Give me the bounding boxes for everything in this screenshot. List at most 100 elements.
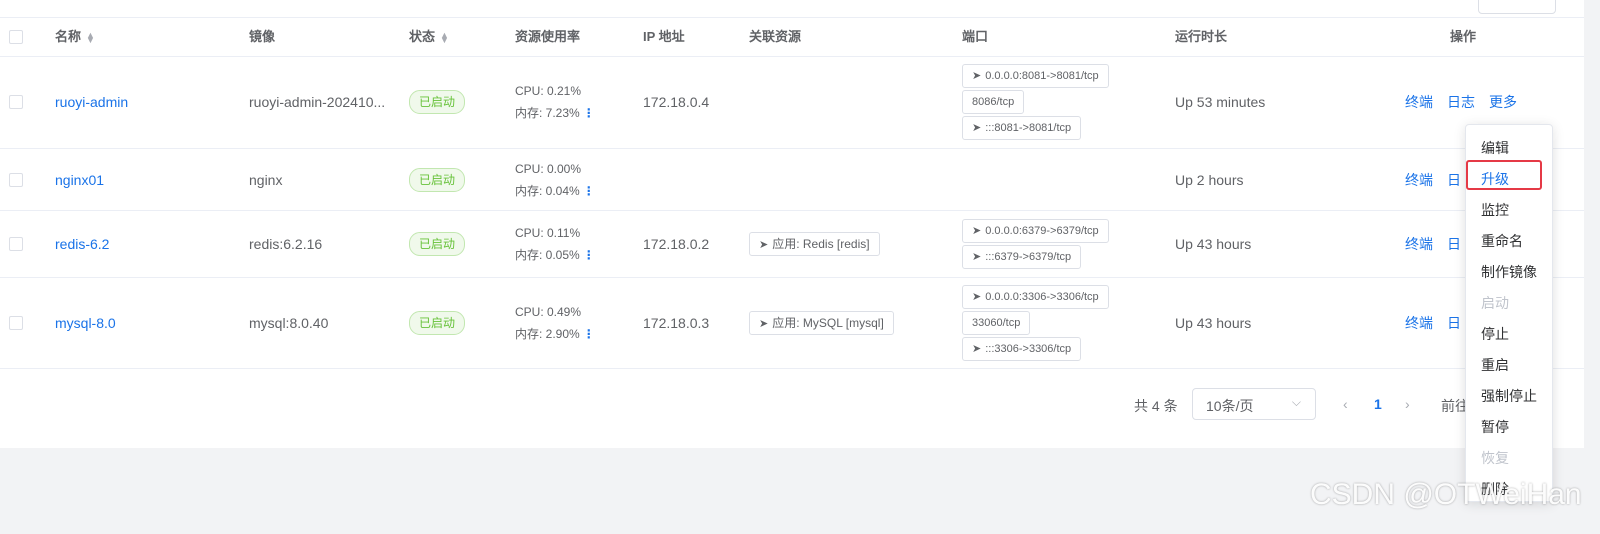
log-link[interactable]: 日	[1447, 315, 1461, 331]
uptime: Up 43 hours	[1175, 315, 1252, 331]
send-arrow-icon: ➤	[759, 239, 769, 251]
port-tag: 33060/tcp	[962, 311, 1031, 335]
send-arrow-icon: ➤	[972, 343, 982, 355]
table-row: ruoyi-admin ruoyi-admin-202410... 已启动 CP…	[0, 56, 1584, 149]
status-badge: 已启动	[409, 167, 466, 192]
port-tag: 8086/tcp	[962, 90, 1025, 114]
header-resources: 资源使用率	[515, 29, 581, 44]
status-badge: 已启动	[409, 90, 466, 114]
page-size-select[interactable]: 10条/页 ⌵	[1192, 388, 1316, 420]
send-arrow-icon: ➤	[759, 318, 769, 330]
header-ports: 端口	[962, 29, 989, 44]
container-list-panel: 名称 ▲ ▼ 镜像 状态 ▲ ▼ 资源使用率 IP 地址 关联资源 端口 运行时长 操作…	[0, 0, 1584, 448]
terminal-link[interactable]: 终端	[1405, 315, 1433, 331]
header-ip: IP 地址	[643, 29, 685, 44]
resource-usage: CPU: 0.00% 内存: 0.04% ⋮	[515, 158, 595, 202]
page-size-value: 10条/页	[1206, 398, 1254, 414]
send-arrow-icon: ➤	[972, 251, 982, 263]
more-vertical-icon[interactable]: ⋮	[583, 327, 595, 341]
resource-usage: CPU: 0.49% 内存: 2.90% ⋮	[515, 301, 595, 345]
menu-item-restart[interactable]: 重启	[1481, 355, 1509, 375]
port-tag[interactable]: ➤ 0.0.0.0:8081->8081/tcp	[962, 64, 1109, 88]
header-status[interactable]: 状态 ▲ ▼	[409, 17, 449, 56]
menu-item-start: 启动	[1481, 295, 1509, 311]
pagination-total: 共 4 条	[1134, 398, 1178, 414]
port-tag[interactable]: ➤ 0.0.0.0:3306->3306/tcp	[962, 285, 1109, 309]
image-name: mysql:8.0.40	[249, 315, 329, 331]
image-name: ruoyi-admin-202410...	[249, 94, 386, 110]
port-tag[interactable]: ➤:::8081->8081/tcp	[962, 116, 1082, 140]
more-vertical-icon[interactable]: ⋮	[583, 248, 595, 262]
more-link[interactable]: 更多	[1489, 94, 1517, 110]
terminal-link[interactable]: 终端	[1405, 236, 1433, 252]
select-all-checkbox[interactable]	[9, 29, 23, 44]
menu-item-monitor[interactable]: 监控	[1481, 200, 1509, 220]
container-name-link[interactable]: redis-6.2	[55, 236, 109, 252]
port-tag[interactable]: ➤:::6379->6379/tcp	[962, 245, 1082, 269]
menu-item-stop[interactable]: 停止	[1481, 324, 1509, 344]
table-row: mysql-8.0 mysql:8.0.40 已启动 CPU: 0.49% 内存…	[0, 278, 1584, 369]
header-name[interactable]: 名称 ▲ ▼	[55, 17, 95, 56]
port-list: ➤ 0.0.0.0:3306->3306/tcp 33060/tcp ➤:::33…	[962, 283, 1109, 363]
menu-item-rename[interactable]: 重命名	[1481, 231, 1523, 251]
header-image: 镜像	[249, 29, 276, 44]
header-uptime: 运行时长	[1175, 29, 1228, 44]
chevron-down-icon: ⌵	[1291, 395, 1301, 409]
terminal-link[interactable]: 终端	[1405, 172, 1433, 188]
prev-page-icon[interactable]: ‹	[1343, 396, 1348, 412]
row-checkbox[interactable]	[9, 316, 23, 330]
header-linked: 关联资源	[749, 29, 802, 44]
port-list: ➤ 0.0.0.0:8081->8081/tcp 8086/tcp ➤:::808…	[962, 62, 1109, 142]
ip-address: 172.18.0.2	[643, 236, 710, 252]
uptime: Up 53 minutes	[1175, 94, 1266, 110]
image-name: nginx	[249, 171, 283, 188]
container-name-link[interactable]: ruoyi-admin	[55, 94, 128, 110]
header-actions: 操作	[1450, 29, 1477, 44]
uptime: Up 2 hours	[1175, 171, 1244, 188]
memory-usage: 内存: 0.04%	[515, 183, 580, 198]
memory-usage: 内存: 2.90%	[515, 327, 580, 341]
status-badge: 已启动	[409, 311, 466, 335]
port-list: ➤ 0.0.0.0:6379->6379/tcp ➤:::6379->6379/t…	[962, 217, 1109, 271]
page-number-current[interactable]: 1	[1374, 396, 1382, 412]
send-arrow-icon: ➤	[972, 70, 982, 82]
row-checkbox[interactable]	[9, 237, 23, 251]
menu-item-pause[interactable]: 暂停	[1481, 417, 1509, 437]
port-tag[interactable]: ➤:::3306->3306/tcp	[962, 337, 1082, 361]
send-arrow-icon: ➤	[972, 122, 982, 134]
send-arrow-icon: ➤	[972, 291, 982, 303]
terminal-link[interactable]: 终端	[1405, 94, 1433, 110]
linked-app-tag[interactable]: ➤ 应用: MySQL [mysql]	[749, 311, 894, 335]
status-badge: 已启动	[409, 232, 466, 256]
more-vertical-icon[interactable]: ⋮	[583, 106, 595, 120]
cpu-usage: CPU: 0.11%	[515, 226, 581, 240]
log-link[interactable]: 日	[1447, 172, 1461, 188]
toolbar-button[interactable]	[1478, 0, 1556, 14]
log-link[interactable]: 日	[1447, 236, 1461, 252]
row-checkbox[interactable]	[9, 172, 23, 187]
memory-usage: 内存: 0.05%	[515, 248, 580, 262]
port-tag[interactable]: ➤ 0.0.0.0:6379->6379/tcp	[962, 219, 1109, 243]
menu-item-force-stop[interactable]: 强制停止	[1481, 386, 1537, 406]
image-name: redis:6.2.16	[249, 236, 323, 252]
send-arrow-icon: ➤	[972, 225, 982, 237]
container-name-link[interactable]: mysql-8.0	[55, 315, 116, 331]
linked-app-tag[interactable]: ➤ 应用: Redis [redis]	[749, 232, 880, 256]
watermark: CSDN @OTWeiHan	[1310, 478, 1582, 511]
container-name-link[interactable]: nginx01	[55, 172, 104, 188]
table-row: redis-6.2 redis:6.2.16 已启动 CPU: 0.11% 内存…	[0, 211, 1584, 278]
row-checkbox[interactable]	[9, 95, 23, 109]
log-link[interactable]: 日志	[1447, 94, 1475, 110]
more-vertical-icon[interactable]: ⋮	[583, 184, 595, 198]
next-page-icon[interactable]: ›	[1405, 396, 1410, 412]
upgrade-highlight-box	[1466, 160, 1542, 190]
toolbar-strip	[0, 0, 1584, 18]
menu-item-commit-image[interactable]: 制作镜像	[1481, 262, 1537, 282]
ip-address: 172.18.0.3	[643, 315, 710, 331]
sort-icon[interactable]: ▲ ▼	[86, 30, 95, 44]
menu-item-edit[interactable]: 编辑	[1481, 138, 1509, 158]
memory-usage: 内存: 7.23%	[515, 106, 580, 120]
resource-usage: CPU: 0.21% 内存: 7.23% ⋮	[515, 80, 595, 124]
sort-icon[interactable]: ▲ ▼	[440, 30, 449, 44]
resource-usage: CPU: 0.11% 内存: 0.05% ⋮	[515, 222, 595, 266]
